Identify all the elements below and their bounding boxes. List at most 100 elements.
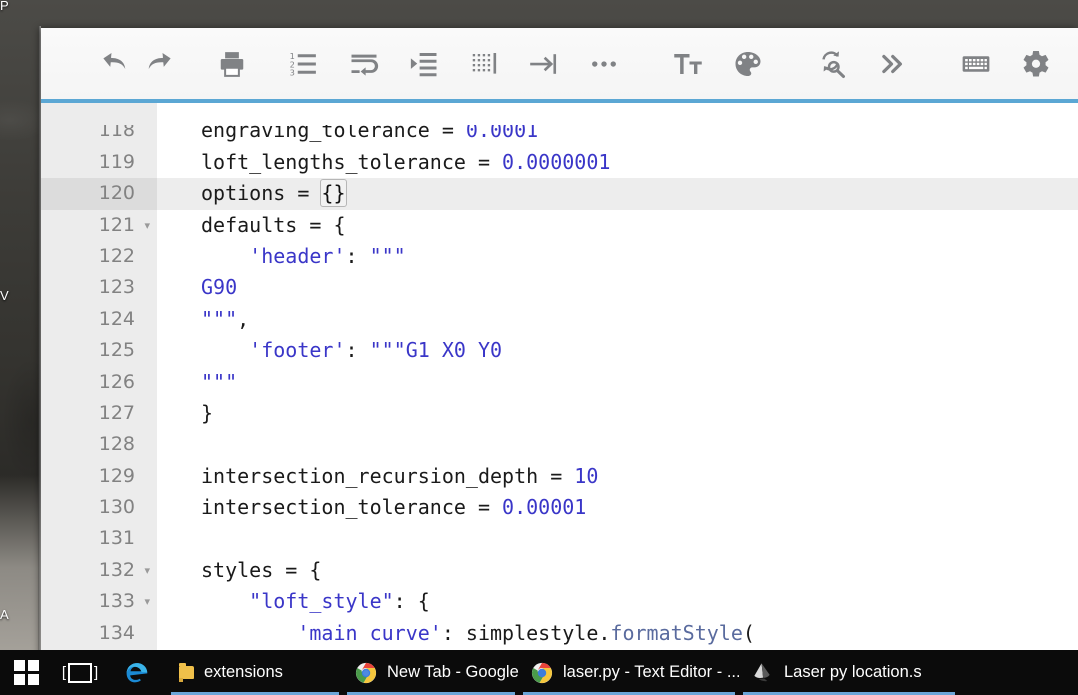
code-text: G90 <box>157 272 1078 304</box>
code-text: "loft_style": { <box>157 586 1078 618</box>
line-number: 132 ▾ <box>41 554 157 587</box>
taskbar-edge[interactable] <box>107 650 167 695</box>
code-token: """G1 X0 Y0 <box>369 338 503 363</box>
code-token: : <box>345 243 370 268</box>
code-token: = <box>309 212 334 237</box>
task-view-icon: [] <box>61 662 99 683</box>
code-line[interactable]: 127} <box>41 397 1078 430</box>
fold-triangle-icon[interactable]: ▾ <box>144 210 150 241</box>
chevron-double-right-icon[interactable] <box>869 41 915 87</box>
code-token: = <box>477 495 503 520</box>
gear-icon[interactable] <box>1013 41 1059 87</box>
code-line[interactable]: 125 'footer': """G1 X0 Y0 <box>41 335 1078 367</box>
palette-icon[interactable] <box>725 41 771 87</box>
code-token: 0.00001 <box>502 495 587 520</box>
redo-icon[interactable] <box>137 41 183 87</box>
taskbar-inkscape[interactable]: Laser py location.s <box>739 650 959 695</box>
line-number: 124 <box>41 303 157 336</box>
code-line[interactable]: 123 G90 <box>41 272 1078 304</box>
taskbar-text-editor[interactable]: laser.py - Text Editor - ... <box>519 650 739 695</box>
code-line[interactable]: 132 ▾ styles = { <box>41 554 1078 587</box>
fold-triangle-icon[interactable]: ▾ <box>144 586 150 617</box>
code-token: """ <box>369 243 406 268</box>
code-line[interactable]: 129 intersection_recursion_depth = 10 <box>41 460 1078 493</box>
code-token: intersection_recursion_depth <box>201 463 551 488</box>
code-lines[interactable]: 117straight_distance_tolerance = 0.00011… <box>41 103 1078 650</box>
folder-icon <box>179 663 194 682</box>
code-token: 'footer' <box>249 338 346 363</box>
code-text <box>157 523 1078 555</box>
indent-icon[interactable] <box>401 41 447 87</box>
undo-icon[interactable] <box>91 41 137 87</box>
code-text: 'footer': """G1 X0 Y0 <box>157 335 1078 367</box>
code-token: = <box>477 149 503 174</box>
code-token: simplestyle <box>465 620 599 645</box>
code-token: 'header' <box>249 243 346 268</box>
code-text: 'header': """ <box>157 240 1078 273</box>
code-text: intersection_tolerance = 0.00001 <box>157 492 1078 524</box>
tab-icon[interactable] <box>521 41 567 87</box>
edge-icon <box>124 660 150 686</box>
line-number: 134 <box>41 617 157 650</box>
code-line[interactable]: 120 options = {} <box>41 178 1078 210</box>
code-token: styles <box>201 557 286 582</box>
font-size-icon[interactable] <box>665 41 711 87</box>
code-token: defaults <box>201 212 310 237</box>
code-token: : <box>345 338 370 363</box>
code-token: 'main curve' <box>297 620 442 645</box>
taskbar-item-label: extensions <box>204 663 283 681</box>
code-line[interactable]: 126 """ <box>41 366 1078 398</box>
code-token: } <box>201 400 214 425</box>
code-line[interactable]: 133 ▾ "loft_style": { <box>41 586 1078 618</box>
star-badge-icon[interactable] <box>1073 41 1078 87</box>
code-text <box>157 429 1078 461</box>
code-token: , <box>237 306 250 331</box>
code-line[interactable]: 119 loft_lengths_tolerance = 0.0000001 <box>41 146 1078 179</box>
taskbar-extensions[interactable]: extensions <box>167 650 343 695</box>
line-number: 119 <box>41 146 157 179</box>
wrap-lines-icon[interactable] <box>341 41 387 87</box>
inkscape-icon <box>751 661 774 684</box>
code-token: { <box>333 212 346 237</box>
code-text: 'main curve': simplestyle.formatStyle( <box>157 617 1078 650</box>
code-line[interactable]: 128 <box>41 429 1078 461</box>
code-line[interactable]: 134 'main curve': simplestyle.formatStyl… <box>41 617 1078 650</box>
svg-text:3: 3 <box>290 67 295 77</box>
line-number: 122 <box>41 240 157 273</box>
code-token: . <box>598 620 611 645</box>
taskbar-chrome[interactable]: New Tab - Google Chr... <box>343 650 519 695</box>
code-token: : <box>441 620 466 645</box>
numbered-list-icon[interactable]: 1 2 3 <box>281 41 327 87</box>
code-token: """ <box>201 306 238 331</box>
task-view-button[interactable]: [] <box>53 650 107 695</box>
start-button[interactable] <box>0 650 53 695</box>
print-icon[interactable] <box>209 41 255 87</box>
line-number: 133 ▾ <box>41 586 157 618</box>
line-number: 120 <box>41 178 157 210</box>
taskbar-item-label: New Tab - Google Chr... <box>387 663 519 681</box>
keyboard-icon[interactable] <box>953 41 999 87</box>
line-number: 123 <box>41 272 157 304</box>
code-text: styles = { <box>157 554 1078 587</box>
code-editor-area[interactable]: 117straight_distance_tolerance = 0.00011… <box>41 103 1078 660</box>
desktop-icon-label-1: P <box>0 0 9 13</box>
code-text: intersection_recursion_depth = 10 <box>157 460 1078 493</box>
code-text: loft_lengths_tolerance = 0.0000001 <box>157 146 1078 179</box>
code-line[interactable]: 122 'header': """ <box>41 240 1078 273</box>
text-editor-window: 1 2 3 118 engraving_tolerance = 0.0001 1… <box>41 28 1078 660</box>
chrome-icon <box>355 662 377 684</box>
code-token: {} <box>320 179 347 208</box>
code-text: options = {} <box>157 178 1078 210</box>
code-token: """ <box>201 369 238 394</box>
find-replace-icon[interactable] <box>809 41 855 87</box>
line-number: 130 <box>41 492 157 524</box>
fold-triangle-icon[interactable]: ▾ <box>144 555 150 586</box>
code-line[interactable]: 121 ▾ defaults = { <box>41 209 1078 241</box>
show-whitespace-icon[interactable] <box>461 41 507 87</box>
code-line[interactable]: 130 intersection_tolerance = 0.00001 <box>41 492 1078 524</box>
code-line[interactable]: 131 <box>41 523 1078 555</box>
more-options-icon[interactable] <box>581 41 627 87</box>
code-line[interactable]: 124 """, <box>41 303 1078 336</box>
